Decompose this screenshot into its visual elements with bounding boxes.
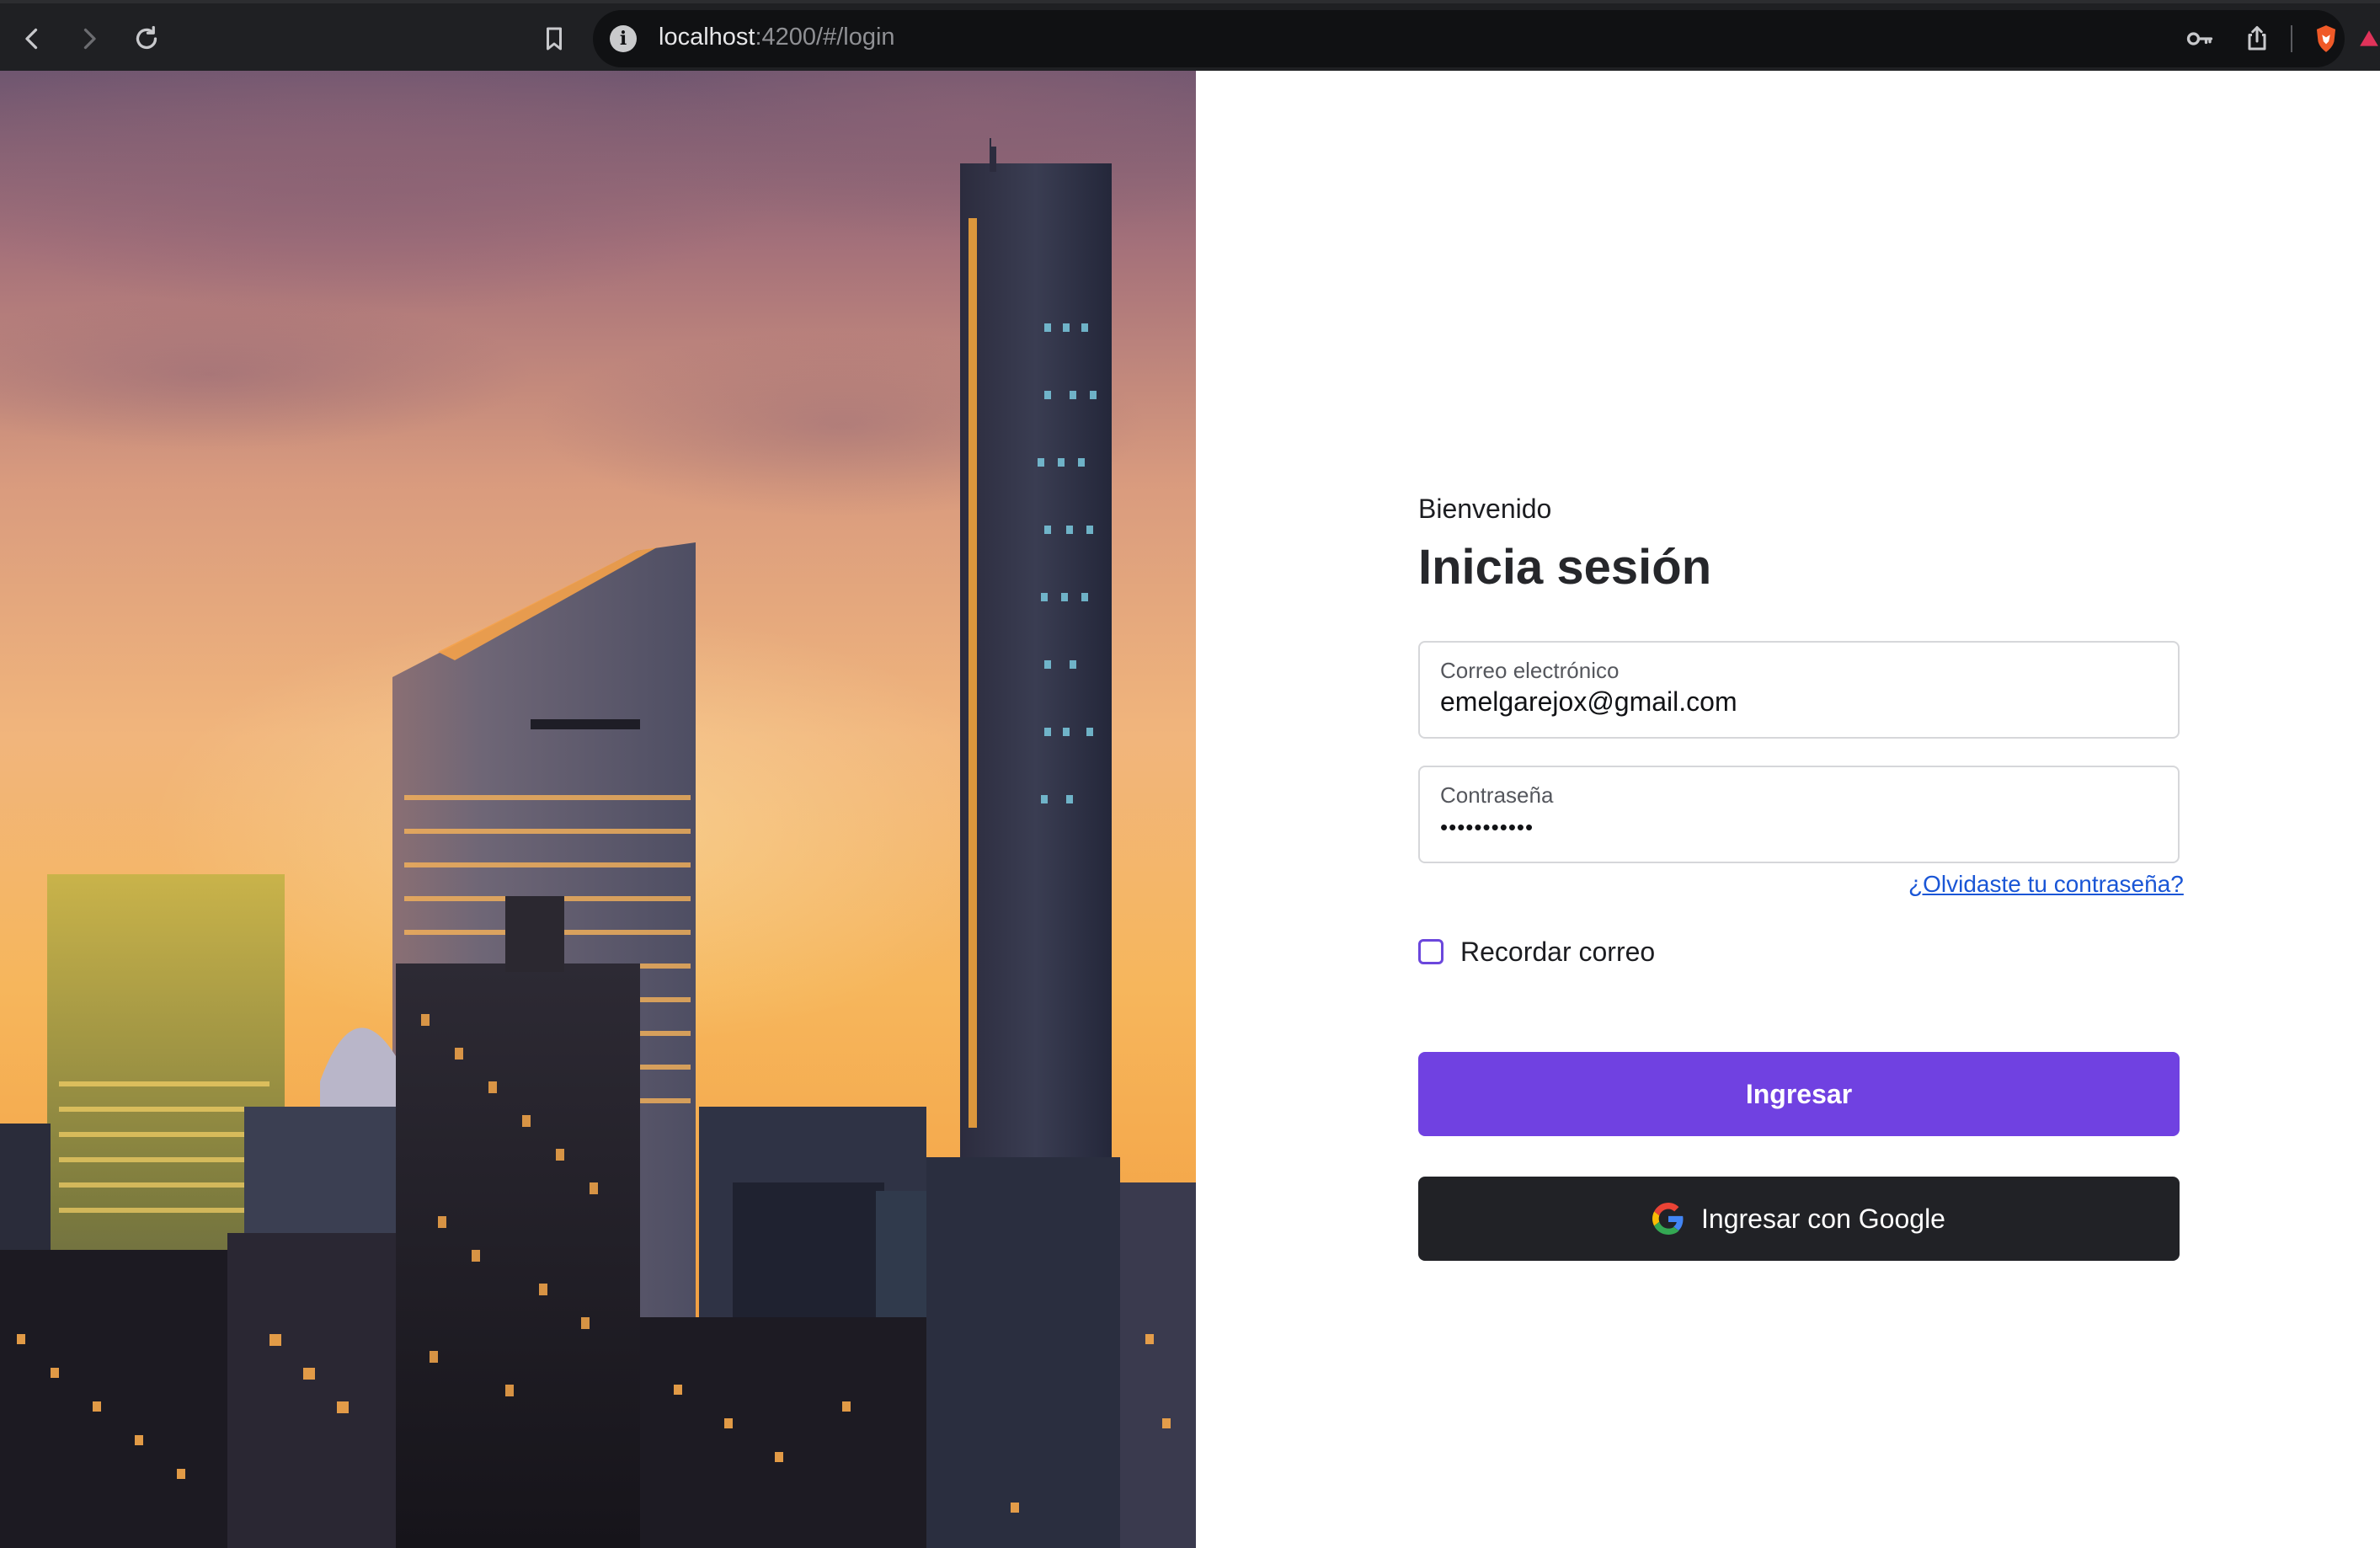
hero-city-image [0,71,1196,1548]
forward-icon [83,28,96,50]
browser-toolbar: i localhost:4200/#/login [0,0,2380,71]
bookmark-button[interactable] [532,17,576,61]
remember-email-checkbox[interactable] [1418,939,1443,964]
login-button[interactable]: Ingresar [1418,1052,2180,1136]
key-icon [2186,32,2213,45]
forgot-password-link[interactable]: ¿Olvidaste tu contraseña? [1908,871,2184,898]
email-field[interactable]: Correo electrónico emelgarejox@gmail.com [1418,641,2180,739]
reload-button[interactable] [125,17,168,61]
google-login-label: Ingresar con Google [1701,1203,1945,1234]
google-icon [1652,1203,1684,1235]
site-info-icon[interactable]: i [610,25,637,52]
bookmark-icon [547,27,562,51]
back-button[interactable] [10,17,54,61]
google-login-button[interactable]: Ingresar con Google [1418,1177,2180,1261]
email-value[interactable]: emelgarejox@gmail.com [1440,686,1737,718]
brave-shields-button[interactable] [2304,17,2348,61]
forward-button[interactable] [67,17,111,61]
page-title: Inicia sesión [1418,540,1712,595]
share-button[interactable] [2235,17,2279,61]
address-bar[interactable]: i localhost:4200/#/login [593,10,2345,67]
share-icon [2248,26,2266,51]
remember-email-label: Recordar correo [1460,936,1656,967]
password-field[interactable]: Contraseña ••••••••••• [1418,766,2180,863]
rewards-button[interactable] [2358,17,2380,61]
email-label: Correo electrónico [1440,658,1620,683]
toolbar-divider [2291,25,2292,52]
url-text[interactable]: localhost:4200/#/login [659,24,895,51]
welcome-text: Bienvenido [1418,494,1552,524]
back-icon [25,28,38,50]
reload-icon [136,25,157,50]
remember-email-option[interactable]: Recordar correo [1418,935,1655,969]
password-value[interactable]: ••••••••••• [1440,814,1534,841]
brave-shield-icon [2316,25,2336,52]
rewards-icon [2360,30,2378,46]
password-key-button[interactable] [2178,17,2222,61]
password-label: Contraseña [1440,782,1554,808]
